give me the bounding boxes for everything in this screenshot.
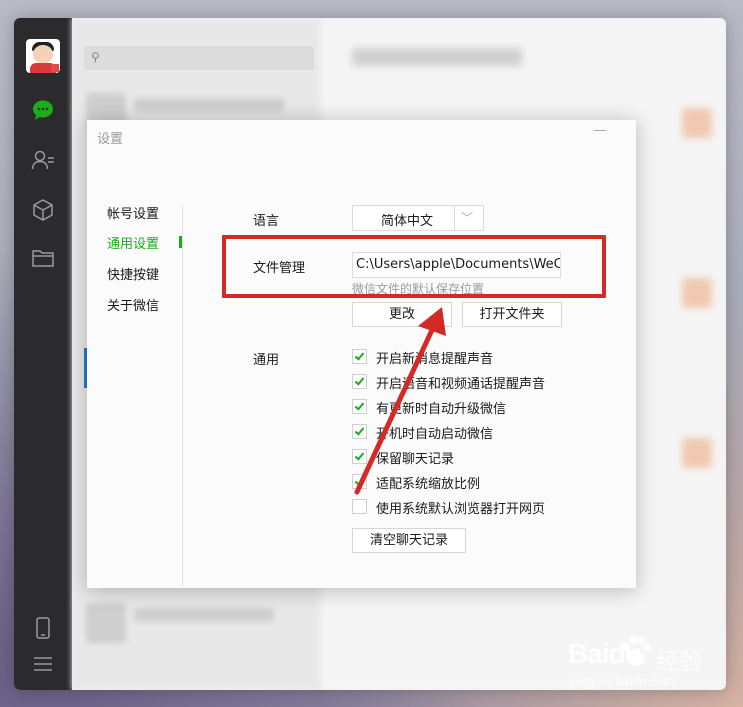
baidu-watermark: Baidu 经验 jingyan.baidu.com xyxy=(568,632,738,692)
watermark-brand-cn: 经验 xyxy=(656,649,702,675)
watermark-url: jingyan.baidu.com xyxy=(570,674,675,689)
annotation-arrow xyxy=(354,307,446,495)
paw-icon xyxy=(622,636,651,666)
